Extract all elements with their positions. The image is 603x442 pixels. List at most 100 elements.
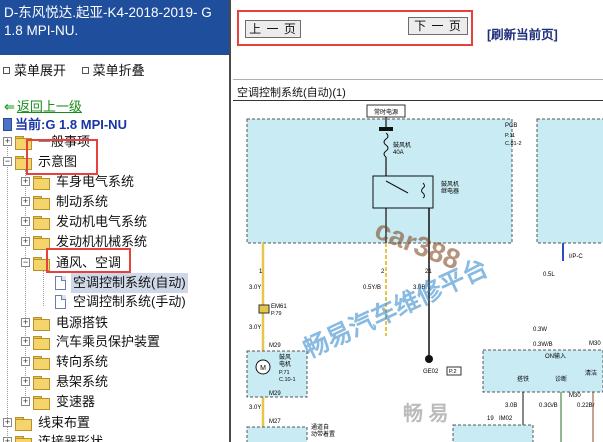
page-icon [55,276,66,290]
svg-text:2: 2 [381,269,385,275]
label-fuse-amp: 40A [393,150,404,156]
back-link[interactable]: ⇐ 返回上一级 [4,96,82,115]
label-on-input: ON输入 [545,352,566,360]
tree-item-body-electrical[interactable]: + 车身电气系统 [0,172,229,192]
folder-icon [33,196,50,210]
collapse-toggle-icon[interactable]: − [21,258,30,267]
tree-item-hvac[interactable]: − 通风、空调 [0,253,229,273]
document-title: D-东风悦达.起亚-K4-2018-2019- G 1.8 MPI-NU. [0,0,229,55]
wiring-diagram: 常时电源 PCB P.11 C.81-2 鼓风机 40A 鼓风机 继电器 1 2… [233,100,603,442]
label-fuse: 鼓风机 [393,141,411,149]
tree-item-connector-shape[interactable]: + 连接器形状 [0,432,229,442]
expand-toggle-icon[interactable]: + [21,217,30,226]
tree-item-power-ground[interactable]: + 电源搭铁 [0,313,229,333]
svg-text:3.0Y: 3.0Y [249,325,261,331]
tree-item-steering[interactable]: + 转向系统 [0,352,229,372]
pcb-block [246,118,513,244]
tree-item-ac-manual[interactable]: 空调控制系统(手动) [0,292,229,312]
content-panel: 上 一 页 下 一 页 [刷新当前页] 空调控制系统(自动)(1) 常时电源 P… [233,0,603,442]
svg-text:0.3W: 0.3W [533,327,547,333]
tree-item-schematic[interactable]: − 示意图 [0,152,229,172]
label-motor: 鼓风 [279,353,291,361]
svg-text:I/P-C: I/P-C [569,254,583,260]
label-p79: P.79 [271,311,282,317]
back-arrow-icon: ⇐ [4,99,15,114]
label-wire-3y: 3.0Y [249,285,261,291]
menu-collapse-button[interactable]: 菜单折叠 [81,60,145,79]
folder-icon [33,317,50,331]
svg-text:0.22Br: 0.22Br [577,403,595,409]
label-wire-05yb: 0.5Y/B [363,285,381,291]
expand-toggle-icon[interactable]: + [21,318,30,327]
label-em61: EM61 [271,304,287,310]
current-location: 当前:G 1.8 MPI-NU [3,114,127,133]
tree-item-general[interactable]: + 一般事项 [0,132,229,152]
expand-toggle-icon[interactable]: + [21,397,30,406]
expand-toggle-icon[interactable]: + [21,357,30,366]
document-title-line1: D-东风悦达.起亚-K4-2018-2019- G [4,5,212,20]
svg-text:P.2: P.2 [449,369,457,375]
expand-toggle-icon[interactable]: + [21,377,30,386]
svg-text:0.3G/B: 0.3G/B [539,403,558,409]
square-icon [81,67,89,74]
label-im02: IM02 [499,416,513,422]
svg-text:3.0B: 3.0B [505,403,517,409]
page-icon [55,295,66,309]
pcb-block-right [536,118,603,244]
expand-toggle-icon[interactable]: + [3,418,12,427]
menu-expand-button[interactable]: 菜单展开 [3,60,66,79]
tree-item-transmission[interactable]: + 变速器 [0,392,229,412]
label-m27: M27 [269,419,281,425]
next-page-button[interactable]: 下 一 页 [408,17,468,35]
diagram-title: 空调控制系统(自动)(1) [237,87,346,99]
expand-toggle-icon[interactable]: + [3,137,12,146]
expand-toggle-icon[interactable]: + [3,437,12,442]
label-m30: M30 [589,341,601,347]
label-pcb-conn: C.81-2 [505,141,522,147]
expand-toggle-icon[interactable]: + [21,237,30,246]
folder-icon [15,436,32,442]
prev-page-button[interactable]: 上 一 页 [245,20,301,38]
expand-toggle-icon[interactable]: + [21,337,30,346]
collapse-toggle-icon[interactable]: − [3,157,12,166]
menu-ops: 菜单展开 菜单折叠 [0,55,229,81]
svg-text:通道自: 通道自 [311,423,329,431]
tree-item-suspension[interactable]: + 悬架系统 [0,372,229,392]
document-title-line2: 1.8 MPI-NU. [4,23,79,38]
svg-text:电机: 电机 [279,360,291,368]
refresh-page-link[interactable]: [刷新当前页] [487,24,558,43]
expand-toggle-icon[interactable]: + [21,177,30,186]
folder-icon [15,417,32,431]
svg-text:动带着置: 动带着置 [311,430,335,438]
tree-item-engine-electrical[interactable]: + 发动机电气系统 [0,212,229,232]
folder-icon [33,356,50,370]
tree-item-engine-mechanical[interactable]: + 发动机机械系统 [0,232,229,252]
svg-text:0.3W/B: 0.3W/B [533,342,553,348]
wiring-diagram-svg: 常时电源 PCB P.11 C.81-2 鼓风机 40A 鼓风机 继电器 1 2… [246,104,603,442]
svg-text:19: 19 [487,416,494,422]
label-relay: 鼓风机 [441,180,459,188]
label-wire-3b: 3.0B [413,285,425,291]
folder-open-icon [15,156,32,170]
label-relay2: 继电器 [441,187,459,195]
svg-text:P.71: P.71 [279,370,290,376]
tree-item-ac-auto[interactable]: 空调控制系统(自动) [0,273,229,293]
square-icon [3,67,10,74]
svg-text:3.0Y: 3.0Y [249,405,261,411]
folder-icon [33,176,50,190]
svg-text:C.10-1: C.10-1 [279,377,296,383]
folder-icon [33,336,50,350]
tree-item-harness-layout[interactable]: + 线束布置 [0,413,229,433]
folder-icon [33,376,50,390]
svg-text:M29: M29 [269,391,281,397]
tree-item-brake[interactable]: + 制动系统 [0,192,229,212]
label-wire-05l: 0.5L [543,272,555,278]
svg-text:诊断: 诊断 [555,375,567,383]
folder-icon [33,216,50,230]
svg-text:M30: M30 [569,393,581,399]
label-ge02: GE02 [423,369,439,375]
tree-item-srs[interactable]: + 汽车乘员保护装置 [0,332,229,352]
expand-toggle-icon[interactable]: + [21,197,30,206]
label-pcb: PCB [505,123,517,129]
folder-icon [15,136,32,150]
